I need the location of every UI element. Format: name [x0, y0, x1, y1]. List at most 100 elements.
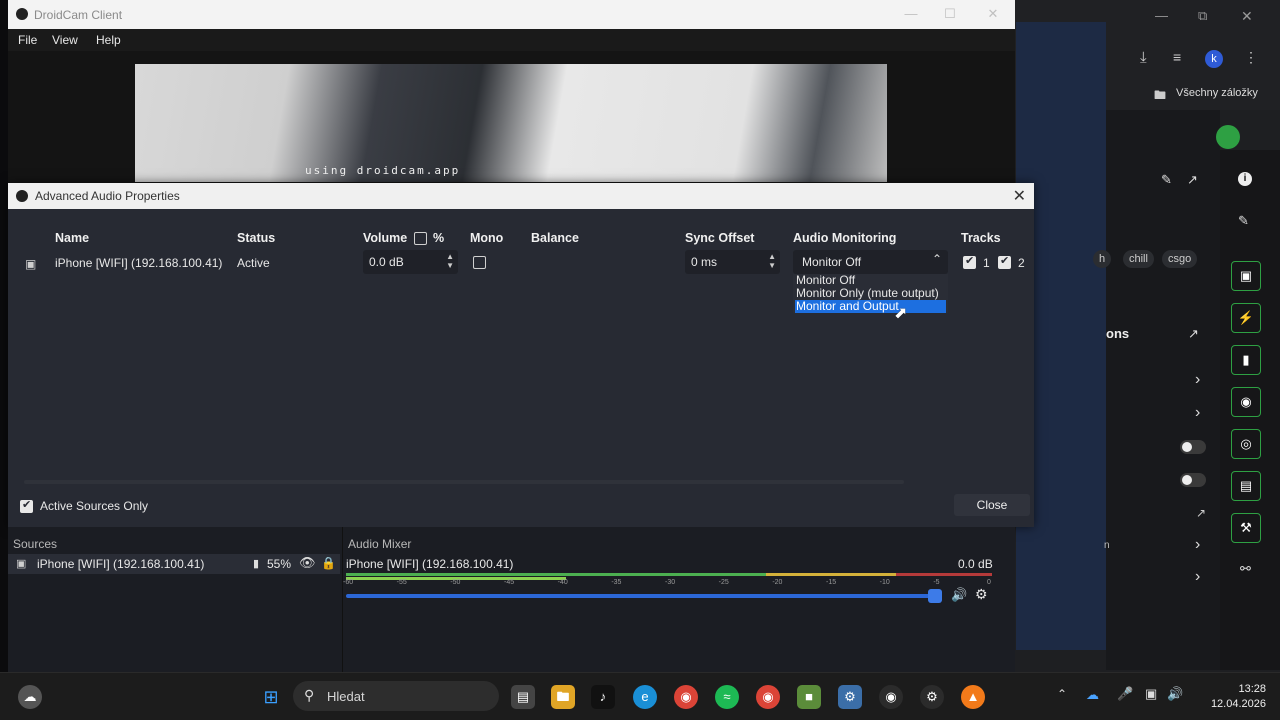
chrome-profile-icon[interactable]: ◉ — [756, 685, 780, 709]
extension-icon[interactable] — [1216, 125, 1240, 149]
mono-checkbox[interactable] — [473, 256, 486, 269]
kebab-menu-icon[interactable]: ⋮ — [1244, 49, 1258, 66]
weather-icon[interactable]: ☁ — [18, 685, 42, 709]
header-status: Status — [237, 231, 276, 245]
minimize-icon[interactable]: — — [901, 6, 921, 22]
download-icon[interactable]: ⤓ — [1140, 49, 1147, 66]
eye-icon[interactable]: 👁 — [299, 555, 316, 571]
maximize-icon[interactable]: ☐ — [940, 6, 960, 22]
minecraft-icon[interactable]: ■ — [797, 685, 821, 709]
spotify-icon[interactable]: ≈ — [715, 685, 739, 709]
camera-icon: ▣ — [16, 558, 27, 570]
bookmarks-all[interactable]: Všechny záložky — [1176, 87, 1258, 99]
settings-app-icon[interactable]: ⚙ — [838, 685, 862, 709]
taskbar-search[interactable]: ⚲ Hledat — [293, 681, 499, 711]
microphone-icon[interactable]: 🎤 — [1117, 686, 1133, 702]
dialog-titlebar[interactable]: Advanced Audio Properties ✕ — [8, 183, 1034, 209]
chevron-right-icon[interactable]: › — [1195, 371, 1200, 389]
layers-icon[interactable]: ▤ — [1231, 471, 1261, 501]
chevron-right-icon[interactable]: › — [1195, 568, 1200, 586]
spin-arrows-icon[interactable]: ▲ ▼ — [446, 252, 454, 270]
volume-percent-checkbox[interactable] — [414, 232, 427, 245]
volume-spinbox[interactable]: 0.0 dB ▲ ▼ — [363, 250, 458, 274]
task-view-icon[interactable]: ▤ — [511, 685, 535, 709]
chevron-up-icon[interactable]: ⌃ — [1057, 687, 1067, 701]
taskbar-clock[interactable]: 13:28 12.04.2026 — [1211, 682, 1266, 712]
tag-csgo[interactable]: csgo — [1162, 250, 1198, 268]
chevron-right-icon[interactable]: › — [1195, 536, 1200, 554]
dock-divider — [342, 527, 343, 672]
browser-minimize-icon[interactable]: — — [1155, 8, 1168, 23]
edge-icon[interactable]: e — [633, 685, 657, 709]
track1-checkbox[interactable] — [963, 254, 976, 269]
horizontal-scrollbar[interactable] — [24, 480, 904, 484]
droidcam-titlebar[interactable]: DroidCam Client — ☐ ✕ — [8, 0, 1015, 29]
steam-icon[interactable]: ⚙ — [920, 685, 944, 709]
source-list-item[interactable]: ▣ iPhone [WIFI] (192.168.100.41) ▮ 55% 👁… — [8, 554, 340, 574]
edit-icon[interactable]: ✎ — [1161, 172, 1172, 188]
volume-value: 0.0 dB — [369, 255, 404, 269]
pencil-icon[interactable]: ✎ — [1238, 213, 1249, 229]
droidcam-app-icon — [16, 8, 28, 20]
scene-icon[interactable]: ▣ — [1231, 261, 1261, 291]
chart-icon[interactable]: ↗ — [1196, 506, 1206, 520]
sync-offset-value: 0 ms — [691, 255, 718, 269]
track2-checkbox[interactable] — [998, 254, 1011, 269]
toggle-switch[interactable] — [1180, 473, 1206, 487]
chrome-icon[interactable]: ◉ — [674, 685, 698, 709]
broadcast-icon[interactable]: ◎ — [1231, 429, 1261, 459]
tag-partial[interactable]: h — [1093, 250, 1112, 268]
orange-app-icon[interactable]: ▲ — [961, 685, 985, 709]
toggle-switch[interactable] — [1180, 440, 1206, 454]
meter-tick-label: -60 — [343, 579, 354, 586]
close-icon[interactable]: ✕ — [983, 6, 1003, 22]
onedrive-icon[interactable]: ☁ — [1086, 687, 1099, 703]
gear-icon[interactable]: ⚙ — [975, 586, 988, 603]
expand-icon[interactable]: ↗ — [1188, 326, 1199, 342]
popout-icon[interactable]: ↗ — [1187, 172, 1198, 188]
obs-app-icon — [16, 190, 28, 202]
mic-icon[interactable]: ▮ — [253, 557, 259, 570]
menu-file[interactable]: File — [18, 33, 37, 47]
audio-monitoring-select[interactable]: Monitor Off ⌃ — [793, 250, 948, 274]
option-monitor-and-output[interactable]: Monitor and Output — [795, 300, 946, 313]
mixer-db-value: 0.0 dB — [958, 557, 993, 571]
reading-list-icon[interactable]: ≡ — [1173, 49, 1181, 65]
speaker-icon[interactable]: 🔊 — [951, 587, 967, 603]
document-icon[interactable]: ▮ — [1231, 345, 1261, 375]
audio-monitoring-value: Monitor Off — [802, 255, 862, 269]
nodes-icon[interactable]: ⚯ — [1240, 561, 1251, 577]
menu-view[interactable]: View — [52, 33, 78, 47]
mixer-source-name: iPhone [WIFI] (192.168.100.41) — [346, 557, 514, 571]
active-sources-only-checkbox[interactable] — [20, 498, 33, 513]
spin-arrows-icon[interactable]: ▲ ▼ — [768, 252, 776, 270]
volume-icon[interactable]: 🔊 — [1167, 686, 1183, 702]
obs-icon[interactable]: ◉ — [879, 685, 903, 709]
header-volume: Volume — [363, 231, 408, 245]
windows-start-icon[interactable]: ⊞ — [259, 685, 283, 709]
profile-avatar[interactable]: k — [1205, 50, 1223, 68]
volume-slider[interactable] — [346, 594, 942, 598]
chevron-right-icon[interactable]: › — [1195, 404, 1200, 422]
tag-chill[interactable]: chill — [1123, 250, 1154, 268]
volume-slider-handle[interactable] — [928, 589, 942, 603]
chat-icon[interactable]: ◉ — [1231, 387, 1261, 417]
dialog-close-icon[interactable]: ✕ — [1013, 186, 1026, 206]
header-balance: Balance — [531, 231, 579, 245]
browser-close-icon[interactable]: ✕ — [1241, 8, 1253, 25]
lightning-icon[interactable]: ⚡ — [1231, 303, 1261, 333]
wrench-icon[interactable]: ⚒ — [1231, 513, 1261, 543]
tiktok-icon[interactable]: ♪ — [591, 685, 615, 709]
header-sync-offset: Sync Offset — [685, 231, 755, 245]
browser-restore-icon[interactable]: ⧉ — [1198, 8, 1207, 24]
preview-watermark: using droidcam.app — [305, 164, 461, 177]
file-explorer-icon[interactable]: 🖿 — [551, 685, 575, 709]
network-icon[interactable]: ▣ — [1145, 686, 1157, 702]
taskbar: ☁ ⊞ ⚲ Hledat ▤ 🖿 ♪ e ◉ ≈ ◉ ■ ⚙ ◉ ⚙ ▲ ⌃ ☁… — [0, 672, 1280, 720]
close-button[interactable]: Close — [954, 494, 1030, 516]
menu-help[interactable]: Help — [96, 33, 121, 47]
sources-dock-title: Sources — [13, 537, 58, 551]
lock-icon[interactable]: 🔒 — [321, 556, 336, 570]
sync-offset-spinbox[interactable]: 0 ms ▲ ▼ — [685, 250, 780, 274]
info-icon[interactable]: i — [1238, 172, 1252, 186]
